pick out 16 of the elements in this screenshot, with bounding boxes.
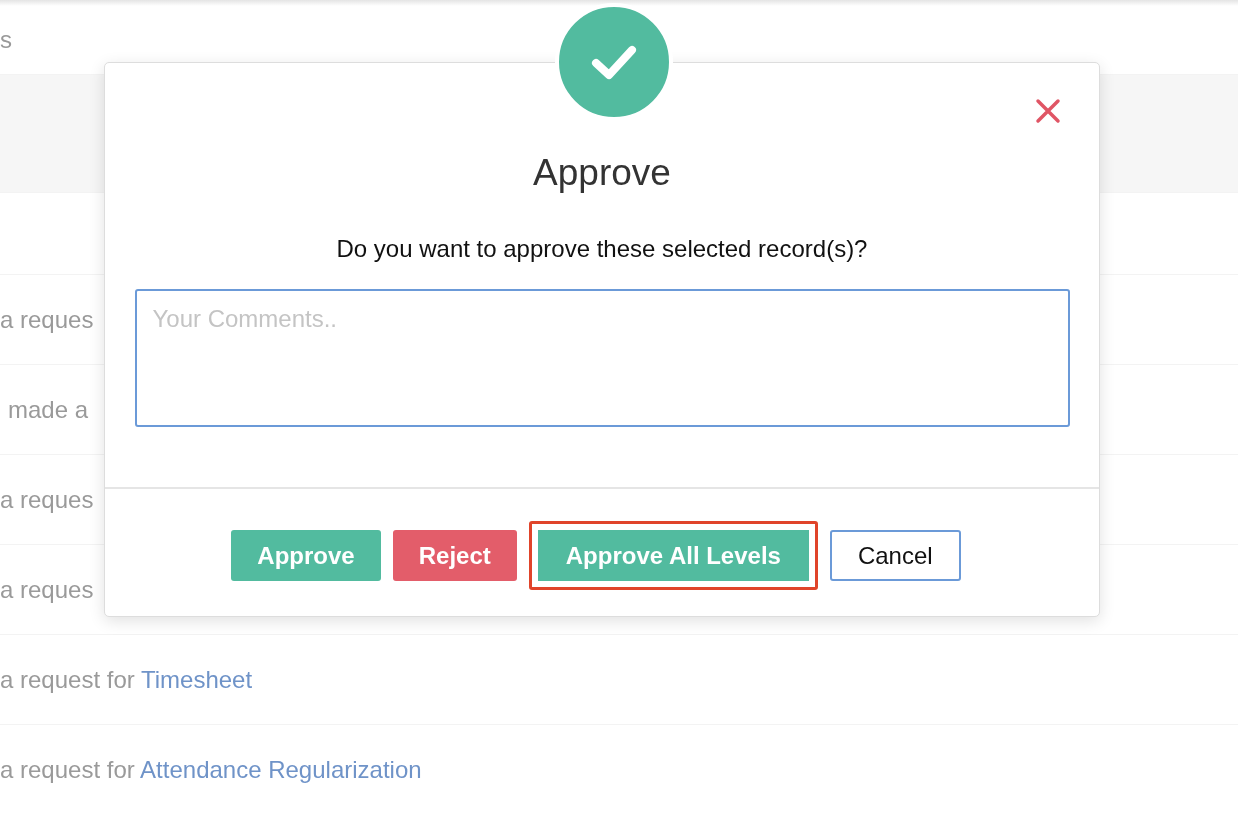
- close-button[interactable]: [1035, 98, 1061, 124]
- dialog-title: Approve: [532, 151, 672, 195]
- dialog-message: Do you want to approve these selected record(s)?: [335, 234, 869, 265]
- request-text: a request for Attendance Regularization: [0, 754, 422, 785]
- approve-button[interactable]: Approve: [231, 530, 381, 582]
- request-text: a reques: [0, 484, 94, 515]
- cancel-button[interactable]: Cancel: [829, 530, 961, 582]
- request-text: made a: [7, 394, 89, 425]
- request-text: a reques: [0, 304, 94, 335]
- request-text: a reques: [0, 574, 94, 605]
- comment-field[interactable]: Your Comments..: [134, 289, 1070, 428]
- approve-button[interactable]: Approve All Levels: [528, 521, 818, 591]
- reject-button[interactable]: Reject: [392, 530, 517, 582]
- page-heading: s: [0, 25, 12, 55]
- close-icon: [1035, 98, 1061, 124]
- request-text: a request for Timesheet: [0, 664, 253, 695]
